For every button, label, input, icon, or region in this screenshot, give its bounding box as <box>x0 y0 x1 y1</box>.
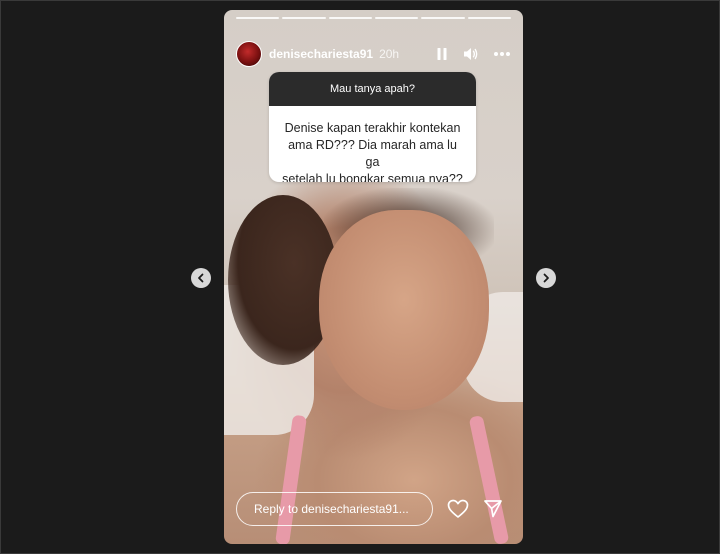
question-sticker[interactable]: Mau tanya apah? Denise kapan terakhir ko… <box>269 72 476 182</box>
pause-icon[interactable] <box>435 47 449 61</box>
story-viewer[interactable]: denisechariesta91 20h Mau tanya apah? De… <box>224 10 523 544</box>
avatar[interactable] <box>236 41 262 67</box>
question-prompt: Mau tanya apah? <box>269 72 476 106</box>
reply-placeholder: Reply to denisechariesta91... <box>254 502 409 516</box>
reply-input[interactable]: Reply to denisechariesta91... <box>236 492 433 526</box>
story-header: denisechariesta91 20h <box>236 40 511 68</box>
more-icon[interactable] <box>493 51 511 57</box>
story-photo-strap <box>468 414 510 544</box>
story-controls <box>435 47 511 61</box>
send-icon[interactable] <box>483 499 503 519</box>
post-time: 20h <box>379 47 400 61</box>
progress-segment <box>467 17 511 19</box>
progress-segment <box>282 17 326 19</box>
story-progress-bar <box>236 17 511 19</box>
progress-segment <box>374 17 419 19</box>
progress-segment <box>236 17 280 19</box>
previous-story-button[interactable] <box>191 268 211 288</box>
next-story-button[interactable] <box>536 268 556 288</box>
question-answer: Denise kapan terakhir kontekan ama RD???… <box>282 121 463 182</box>
heart-icon[interactable] <box>447 499 469 519</box>
progress-segment <box>328 17 372 19</box>
username[interactable]: denisechariesta91 <box>269 47 373 61</box>
volume-icon[interactable] <box>463 47 479 61</box>
chevron-left-icon <box>198 273 204 283</box>
story-photo-face <box>319 210 489 410</box>
chevron-right-icon <box>543 273 549 283</box>
progress-segment <box>421 17 465 19</box>
